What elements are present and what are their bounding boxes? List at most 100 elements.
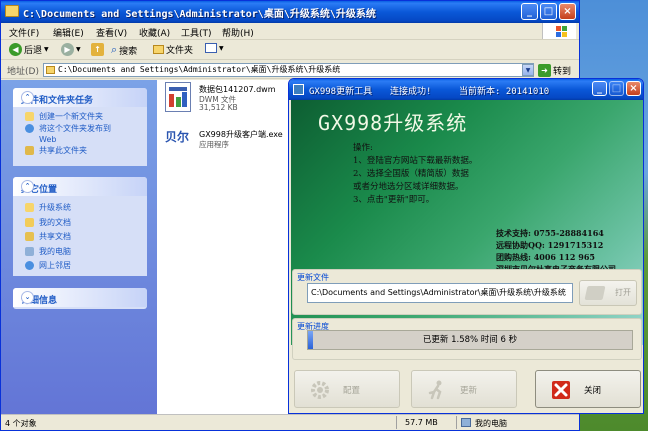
- menu-view[interactable]: 查看(V): [96, 26, 127, 39]
- close-icon: [552, 381, 570, 399]
- new-folder-icon: [25, 112, 34, 121]
- forward-button[interactable]: ▶ ▼: [61, 43, 81, 56]
- place-upgrade-system[interactable]: 升级系统: [13, 202, 147, 217]
- views-button[interactable]: ▼: [205, 43, 224, 53]
- open-button[interactable]: 打开: [579, 280, 637, 306]
- folders-icon: [153, 45, 164, 54]
- place-my-documents[interactable]: 我的文档: [13, 217, 147, 232]
- updater-minimize-button[interactable]: _: [592, 81, 607, 96]
- update-file-path-input[interactable]: C:\Documents and Settings\Administrator\…: [307, 283, 573, 303]
- my-computer-icon: [25, 246, 34, 256]
- update-file-group: 更新文件 C:\Documents and Settings\Administr…: [292, 269, 642, 315]
- back-arrow-icon: ◀: [9, 43, 22, 56]
- banner-heading: GX998升级系统: [318, 111, 468, 135]
- object-count: 4 个对象: [5, 419, 37, 428]
- explorer-title: C:\Documents and Settings\Administrator\…: [23, 9, 376, 20]
- update-button[interactable]: 更新: [411, 370, 517, 408]
- menu-bar: 文件(F) 编辑(E) 查看(V) 收藏(A) 工具(T) 帮助(H): [1, 23, 579, 40]
- app-icon: [293, 84, 304, 95]
- network-icon: [25, 261, 34, 270]
- file-tasks-panel: 文件和文件夹任务 ⌃ 创建一个新文件夹 将这个文件夹发布到 Web 共享此文件夹: [13, 88, 147, 166]
- file-size: 31,512 KB: [199, 103, 238, 112]
- status-bar: 4 个对象 57.7 MB 我的电脑: [1, 414, 579, 430]
- update-file-label: 更新文件: [297, 273, 329, 282]
- folder-icon: [46, 66, 55, 74]
- other-places-header[interactable]: 其它位置 ⌃: [13, 177, 147, 196]
- update-progress-group: 更新进度 已更新 1.58% 时间 6 秒: [292, 318, 642, 360]
- explorer-titlebar[interactable]: C:\Documents and Settings\Administrator\…: [1, 1, 579, 23]
- runner-icon: [428, 380, 442, 400]
- total-size: 57.7 MB: [405, 418, 438, 427]
- update-progress-bar: 已更新 1.58% 时间 6 秒: [307, 330, 633, 350]
- back-button[interactable]: ◀ 后退 ▼: [9, 43, 49, 56]
- folders-button[interactable]: 文件夹: [153, 43, 193, 56]
- menu-help[interactable]: 帮助(H): [222, 26, 254, 39]
- go-arrow-icon: ➜: [538, 63, 551, 77]
- expand-icon[interactable]: ⌄: [21, 291, 34, 304]
- updater-app-title: GX998更新工具: [309, 87, 373, 97]
- dwm-file-icon: [165, 82, 191, 112]
- menu-tools[interactable]: 工具(T): [181, 26, 212, 39]
- close-button[interactable]: ×: [559, 3, 576, 20]
- up-folder-icon: ↑: [91, 43, 104, 56]
- search-icon: ⌕: [111, 43, 118, 56]
- menu-favorites[interactable]: 收藏(A): [139, 26, 170, 39]
- toolbar: ◀ 后退 ▼ ▶ ▼ ↑ ⌕ 搜索 文件夹 ▼: [1, 40, 579, 60]
- folder-icon: [25, 203, 34, 212]
- instructions: 操作: 1、登陆官方网站下载最新数据。 2、选择全国版（精简版）数据 或者分地选…: [353, 143, 478, 205]
- details-panel: 详细信息 ⌄: [13, 288, 147, 309]
- updater-titlebar[interactable]: GX998更新工具 连接成功! 当前新本: 20141010 _ □ ×: [289, 79, 643, 100]
- file-type: 应用程序: [199, 140, 229, 149]
- progress-text: 已更新 1.58% 时间 6 秒: [422, 335, 518, 345]
- address-label: 地址(D): [7, 67, 39, 77]
- task-share-folder[interactable]: 共享此文件夹: [13, 145, 147, 157]
- gear-icon: [311, 381, 329, 399]
- task-pane: 文件和文件夹任务 ⌃ 创建一个新文件夹 将这个文件夹发布到 Web 共享此文件夹…: [1, 80, 157, 414]
- up-folder-button[interactable]: ↑: [91, 43, 104, 56]
- updater-close-button[interactable]: ×: [626, 81, 641, 96]
- collapse-icon[interactable]: ⌃: [21, 180, 34, 193]
- collapse-icon[interactable]: ⌃: [21, 91, 34, 104]
- file-tasks-header[interactable]: 文件和文件夹任务 ⌃: [13, 88, 147, 107]
- file-item-dwm[interactable]: 数据包141207.dwm DWM 文件 31,512 KB: [165, 82, 295, 116]
- updater-maximize-button[interactable]: □: [609, 81, 624, 96]
- chevron-down-icon: ▼: [44, 46, 49, 53]
- contact-info: 技术支持: 0755-28884164 远程协助QQ: 1291715312 团…: [496, 228, 616, 274]
- menu-file[interactable]: 文件(F): [9, 26, 39, 39]
- address-input[interactable]: C:\Documents and Settings\Administrator\…: [43, 63, 534, 77]
- shared-documents-icon: [25, 232, 34, 241]
- search-button[interactable]: ⌕ 搜索: [111, 43, 137, 57]
- views-icon: [205, 43, 217, 53]
- open-folder-icon: [584, 286, 606, 300]
- other-places-panel: 其它位置 ⌃ 升级系统 我的文档 共享文档 我的电脑 网上邻居: [13, 177, 147, 276]
- my-documents-icon: [25, 217, 34, 227]
- globe-icon: [25, 124, 34, 133]
- config-button[interactable]: 配置: [294, 370, 400, 408]
- task-publish-web-cont[interactable]: Web: [13, 135, 147, 145]
- details-header[interactable]: 详细信息 ⌄: [13, 288, 147, 307]
- address-bar: 地址(D) C:\Documents and Settings\Administ…: [1, 61, 579, 79]
- minimize-button[interactable]: _: [521, 3, 538, 20]
- place-my-computer[interactable]: 我的电脑: [13, 246, 147, 261]
- place-shared-documents[interactable]: 共享文档: [13, 231, 147, 246]
- current-version: 当前新本: 20141010: [459, 87, 550, 97]
- updater-window: GX998更新工具 连接成功! 当前新本: 20141010 _ □ × GX9…: [288, 78, 644, 414]
- file-item-exe[interactable]: 贝尔 GX998升级客户端.exe 应用程序: [165, 126, 295, 156]
- folder-icon: [5, 5, 19, 17]
- connection-status: 连接成功!: [390, 87, 432, 97]
- app-logo-icon: 贝尔: [165, 130, 190, 144]
- computer-icon: [461, 418, 471, 427]
- chevron-down-icon: ▼: [76, 46, 81, 53]
- task-publish-web[interactable]: 将这个文件夹发布到: [13, 123, 147, 135]
- chevron-down-icon: ▼: [219, 44, 224, 52]
- place-network[interactable]: 网上邻居: [13, 260, 147, 275]
- share-folder-icon: [25, 146, 34, 155]
- windows-logo-icon: [542, 23, 576, 39]
- menu-edit[interactable]: 编辑(E): [53, 26, 84, 39]
- task-new-folder[interactable]: 创建一个新文件夹: [13, 111, 147, 123]
- address-dropdown-button[interactable]: ▼: [522, 64, 534, 76]
- close-app-button[interactable]: 关闭: [535, 370, 641, 408]
- status-location: 我的电脑: [475, 419, 507, 428]
- maximize-button[interactable]: □: [540, 3, 557, 20]
- go-button[interactable]: ➜ 转到: [538, 62, 576, 78]
